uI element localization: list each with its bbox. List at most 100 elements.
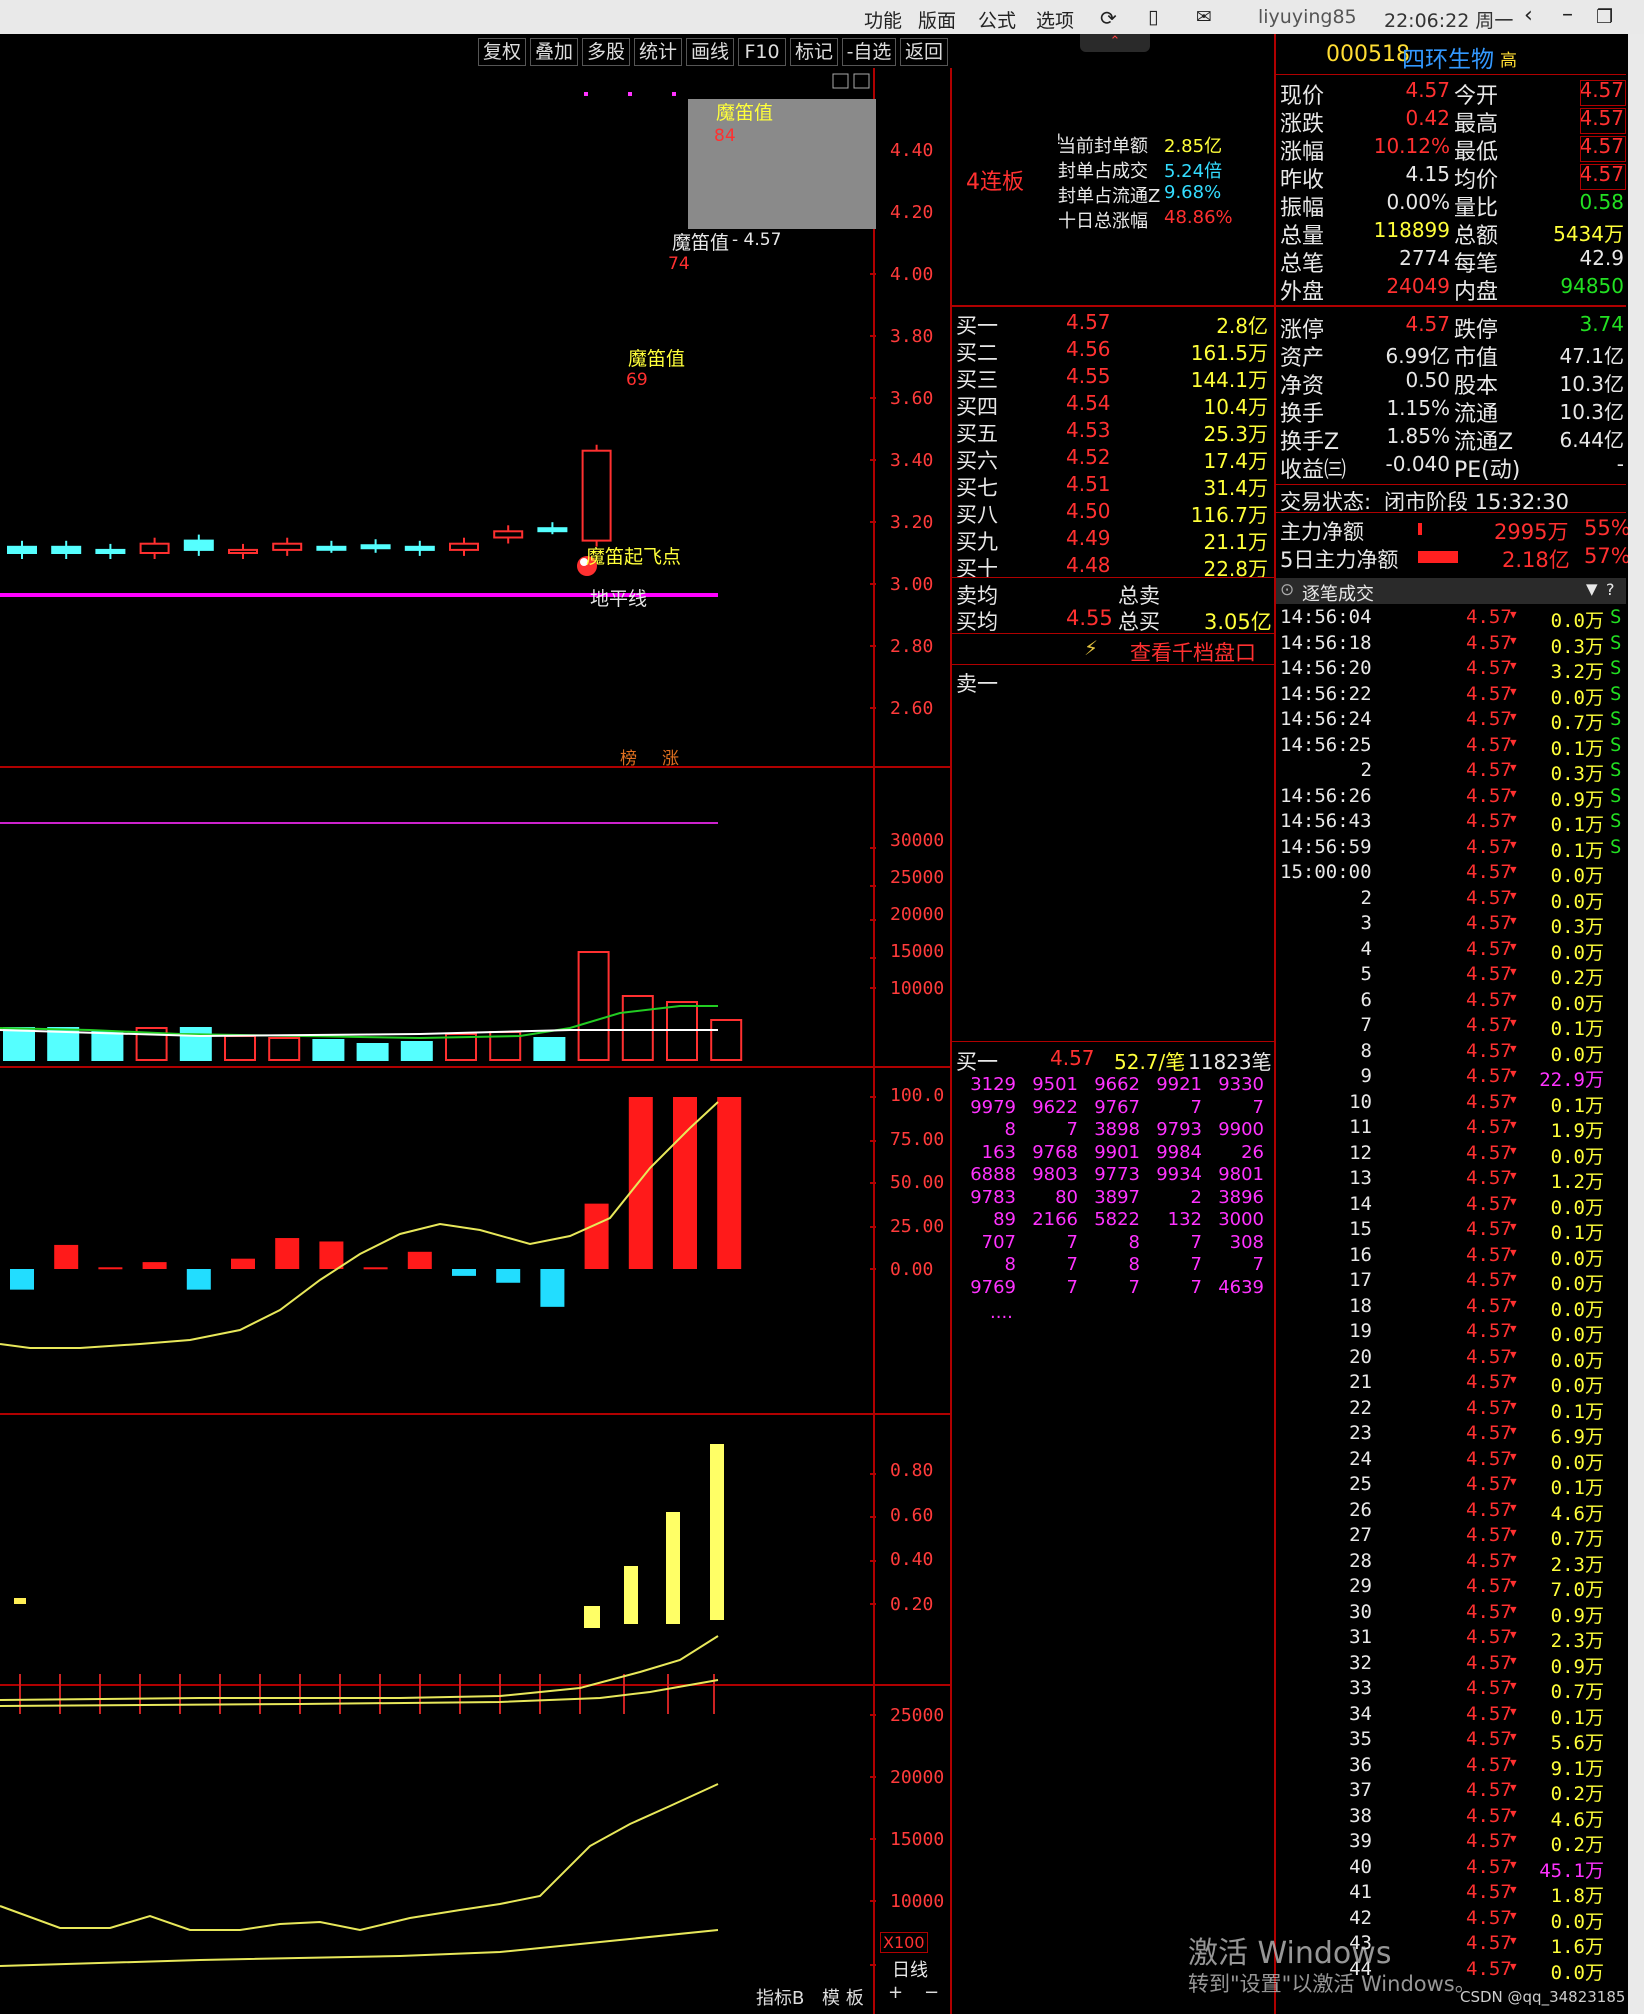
- tick-price: 4.57: [1466, 682, 1512, 705]
- bid-level-label: 买七: [956, 476, 998, 500]
- tick-time: 35: [1349, 1728, 1372, 1750]
- mail-icon[interactable]: ✉: [1196, 6, 1212, 28]
- tick-price: 4.57: [1466, 1473, 1512, 1495]
- menu-item-options[interactable]: 选项: [1036, 6, 1074, 33]
- tick-down-icon: ▼: [1510, 1806, 1517, 1820]
- candlestick: [404, 545, 435, 551]
- tick-time: 14:56:04: [1280, 606, 1372, 628]
- phone-icon[interactable]: ▯: [1148, 6, 1158, 28]
- filter-icon[interactable]: ▼: [1586, 580, 1598, 598]
- tick-volume: 0.0万: [1550, 1247, 1604, 1270]
- indicator-b-tab[interactable]: 指标B: [756, 1984, 804, 2010]
- tick-down-icon: ▼: [1510, 1526, 1517, 1539]
- return-button[interactable]: 返回: [900, 38, 948, 66]
- quote-value: 2774: [1399, 246, 1450, 270]
- main5-value: 2.18亿: [1502, 548, 1570, 572]
- refresh-icon[interactable]: ⟳: [1100, 6, 1117, 30]
- candlestick: [537, 527, 568, 533]
- queue-order: 9662: [1094, 1074, 1140, 1095]
- tick-volume: 4.6万: [1550, 1808, 1604, 1831]
- tick-volume: 3.2万: [1550, 661, 1604, 683]
- quote-value: 0.00%: [1386, 190, 1450, 214]
- tick-time: 24: [1349, 1447, 1372, 1470]
- indicator1-bar: [407, 1251, 432, 1269]
- bid-level-price: 4.55: [1066, 364, 1111, 388]
- queue-order: 9767: [1094, 1096, 1140, 1118]
- queue-order: 7: [1066, 1119, 1078, 1140]
- tick-volume: 0.2万: [1550, 1783, 1604, 1805]
- tick-time: 32: [1349, 1651, 1372, 1674]
- menu-item-layout[interactable]: 版面: [918, 6, 956, 33]
- bid-level-volume: 17.4万: [1203, 449, 1268, 473]
- indicator2-bar: [624, 1566, 638, 1624]
- queue-order: 80: [1055, 1186, 1078, 1208]
- tick-down-icon: ▼: [1510, 1245, 1517, 1259]
- tick-volume: 0.0万: [1550, 941, 1604, 964]
- back-icon[interactable]: ‹: [1524, 3, 1533, 28]
- queue-more[interactable]: ....: [990, 1302, 1013, 1323]
- bid-level-volume: 161.5万: [1190, 341, 1268, 365]
- tick-time: 14:56:18: [1280, 631, 1372, 654]
- candlestick: [183, 539, 214, 551]
- bid-level-label: 买十: [956, 557, 998, 581]
- collapse-ticks-icon[interactable]: ⊙: [1280, 580, 1294, 600]
- view-depth-button[interactable]: 查看千档盘口: [1130, 637, 1256, 667]
- queue-order: 7: [1190, 1231, 1202, 1253]
- template-tab[interactable]: 模 板: [822, 1984, 864, 2010]
- tick-time: 9: [1360, 1065, 1372, 1087]
- tick-down-icon: ▼: [1510, 965, 1517, 978]
- fuquan-button[interactable]: 复权: [478, 38, 526, 66]
- tick-down-icon: ▼: [1510, 1016, 1517, 1029]
- add-icon[interactable]: +: [888, 1982, 903, 2003]
- tick-time: 19: [1349, 1320, 1372, 1342]
- indicator3-line: [0, 1929, 719, 1967]
- draw-line-button[interactable]: 画线: [686, 38, 734, 66]
- tick-down-icon: ▼: [1510, 1092, 1517, 1106]
- tick-volume: 4.6万: [1550, 1502, 1604, 1525]
- quote-value: 4.57: [1405, 312, 1450, 336]
- volume-axis-tick-label: 10000: [890, 978, 945, 999]
- tick-side: S: [1610, 606, 1622, 628]
- indicator1-bar: [54, 1244, 79, 1269]
- tick-time: 38: [1349, 1804, 1372, 1827]
- queue-order: 89: [993, 1209, 1016, 1230]
- f10-button[interactable]: F10: [738, 38, 786, 66]
- mark-button[interactable]: 标记: [790, 38, 838, 66]
- help-icon[interactable]: ?: [1606, 580, 1615, 599]
- queue-order: 9803: [1032, 1164, 1078, 1185]
- menu-item-function[interactable]: 功能: [864, 6, 902, 33]
- limit-info-value: 48.86%: [1164, 207, 1233, 228]
- stats-button[interactable]: 统计: [634, 38, 682, 66]
- chart-area[interactable]: [0, 68, 952, 2014]
- quote-value: 94850: [1560, 274, 1624, 298]
- horizon-label: 地平线: [590, 588, 648, 610]
- tick-volume: 0.0万: [1550, 1324, 1604, 1346]
- tick-time: 28: [1349, 1549, 1372, 1572]
- price-axis-tick-label: 3.20: [890, 512, 934, 533]
- tick-volume: 6.9万: [1550, 1426, 1604, 1448]
- remove-icon[interactable]: −: [924, 1982, 939, 2003]
- volume-bar: [710, 1019, 743, 1061]
- tick-price: 4.57: [1466, 657, 1512, 679]
- collapse-icon[interactable]: ⌃: [1080, 34, 1150, 52]
- tick-time: 17: [1349, 1269, 1372, 1291]
- watchlist-button[interactable]: -自选: [842, 38, 896, 66]
- tick-volume: 0.0万: [1550, 865, 1604, 887]
- minimize-icon[interactable]: –: [1562, 2, 1573, 27]
- multi-stock-button[interactable]: 多股: [582, 38, 630, 66]
- overlay-button[interactable]: 叠加: [530, 38, 578, 66]
- menu-item-formula[interactable]: 公式: [978, 6, 1016, 33]
- tick-price: 4.57: [1466, 963, 1512, 985]
- tick-volume: 0.2万: [1550, 967, 1604, 989]
- tick-volume: 0.7万: [1550, 712, 1604, 734]
- restore-icon[interactable]: ❐: [1596, 6, 1613, 28]
- queue-order: 6888: [970, 1164, 1016, 1185]
- tick-time: 22: [1349, 1396, 1372, 1419]
- tick-time: 33: [1349, 1677, 1372, 1699]
- queue-order: 7: [1066, 1276, 1078, 1298]
- bid-level-price: 4.57: [1066, 310, 1111, 334]
- period-daily[interactable]: 日线: [892, 1956, 928, 1982]
- side-toolbar[interactable]: [1628, 34, 1644, 2014]
- volume-bar: [533, 1037, 566, 1061]
- tick-time: 16: [1349, 1243, 1372, 1266]
